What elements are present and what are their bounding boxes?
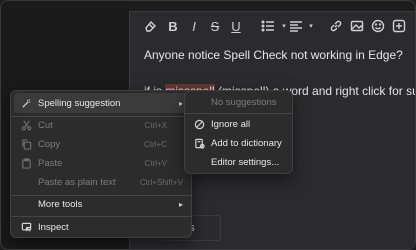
more-icon[interactable] — [391, 18, 407, 34]
link-icon[interactable] — [328, 18, 344, 34]
underline-icon[interactable]: U — [228, 18, 244, 34]
submenu-add-to-dictionary[interactable]: Add to dictionary — [185, 133, 292, 153]
submenu-label: Editor settings... — [211, 156, 280, 168]
submenu-no-suggestions: No suggestions — [185, 92, 292, 112]
emoji-icon[interactable] — [370, 18, 386, 34]
context-menu: Spelling suggestion ▸ Cut Ctrl+X Copy Ct… — [10, 90, 192, 238]
submenu-ignore-all[interactable]: Ignore all — [185, 114, 292, 134]
scissors-icon — [20, 119, 32, 131]
submenu-label: Add to dictionary — [211, 137, 282, 149]
list-icon[interactable] — [260, 18, 276, 34]
inspect-icon — [20, 221, 32, 233]
menu-item-paste-plain: Paste as plain text Ctrl+Shift+V — [11, 172, 191, 192]
image-icon[interactable] — [349, 18, 365, 34]
window-frame: B I S U ▾ ▾ Anyone notice Spell Check no… — [0, 0, 416, 250]
menu-item-inspect[interactable]: Inspect — [11, 217, 191, 237]
align-dropdown-icon[interactable]: ▾ — [303, 18, 319, 34]
menu-item-copy: Copy Ctrl+C — [11, 134, 191, 154]
bold-icon[interactable]: B — [165, 18, 181, 34]
menu-item-label: Cut — [38, 119, 53, 131]
menu-item-spelling-suggestion[interactable]: Spelling suggestion ▸ — [14, 93, 188, 113]
paste-icon — [20, 157, 32, 169]
menu-item-label: Paste as plain text — [38, 176, 116, 188]
editor-line-1[interactable]: Anyone notice Spell Check not working in… — [144, 48, 403, 62]
dictionary-icon — [193, 137, 205, 149]
align-icon[interactable] — [288, 18, 304, 34]
block-icon — [193, 118, 205, 130]
menu-item-label: More tools — [38, 198, 83, 210]
menu-item-more-tools[interactable]: More tools ▸ — [11, 194, 191, 214]
menu-item-paste: Paste Ctrl+V — [11, 153, 191, 173]
editor-toolbar: B I S U ▾ ▾ — [130, 12, 415, 40]
menu-item-label: Copy — [38, 138, 61, 150]
wand-icon — [20, 97, 32, 109]
menu-item-shortcut: Ctrl+X — [144, 120, 167, 130]
menu-item-shortcut: Ctrl+V — [144, 158, 167, 168]
strikethrough-icon[interactable]: S — [207, 18, 223, 34]
menu-item-label: Paste — [38, 157, 63, 169]
eraser-icon[interactable] — [142, 18, 158, 34]
spelling-submenu: No suggestions Ignore all Add to diction… — [184, 90, 293, 174]
menu-item-label: Spelling suggestion — [38, 97, 121, 109]
submenu-label: Ignore all — [211, 118, 251, 130]
submenu-label: No suggestions — [211, 96, 277, 108]
menu-item-label: Inspect — [38, 221, 69, 233]
chevron-right-icon: ▸ — [178, 98, 183, 108]
menu-item-shortcut: Ctrl+Shift+V — [139, 177, 183, 187]
menu-item-shortcut: Ctrl+C — [144, 139, 167, 149]
chevron-right-icon: ▸ — [178, 199, 183, 209]
italic-icon[interactable]: I — [186, 18, 202, 34]
copy-icon — [20, 138, 32, 150]
menu-item-cut: Cut Ctrl+X — [11, 115, 191, 135]
submenu-editor-settings[interactable]: Editor settings... — [185, 152, 292, 172]
